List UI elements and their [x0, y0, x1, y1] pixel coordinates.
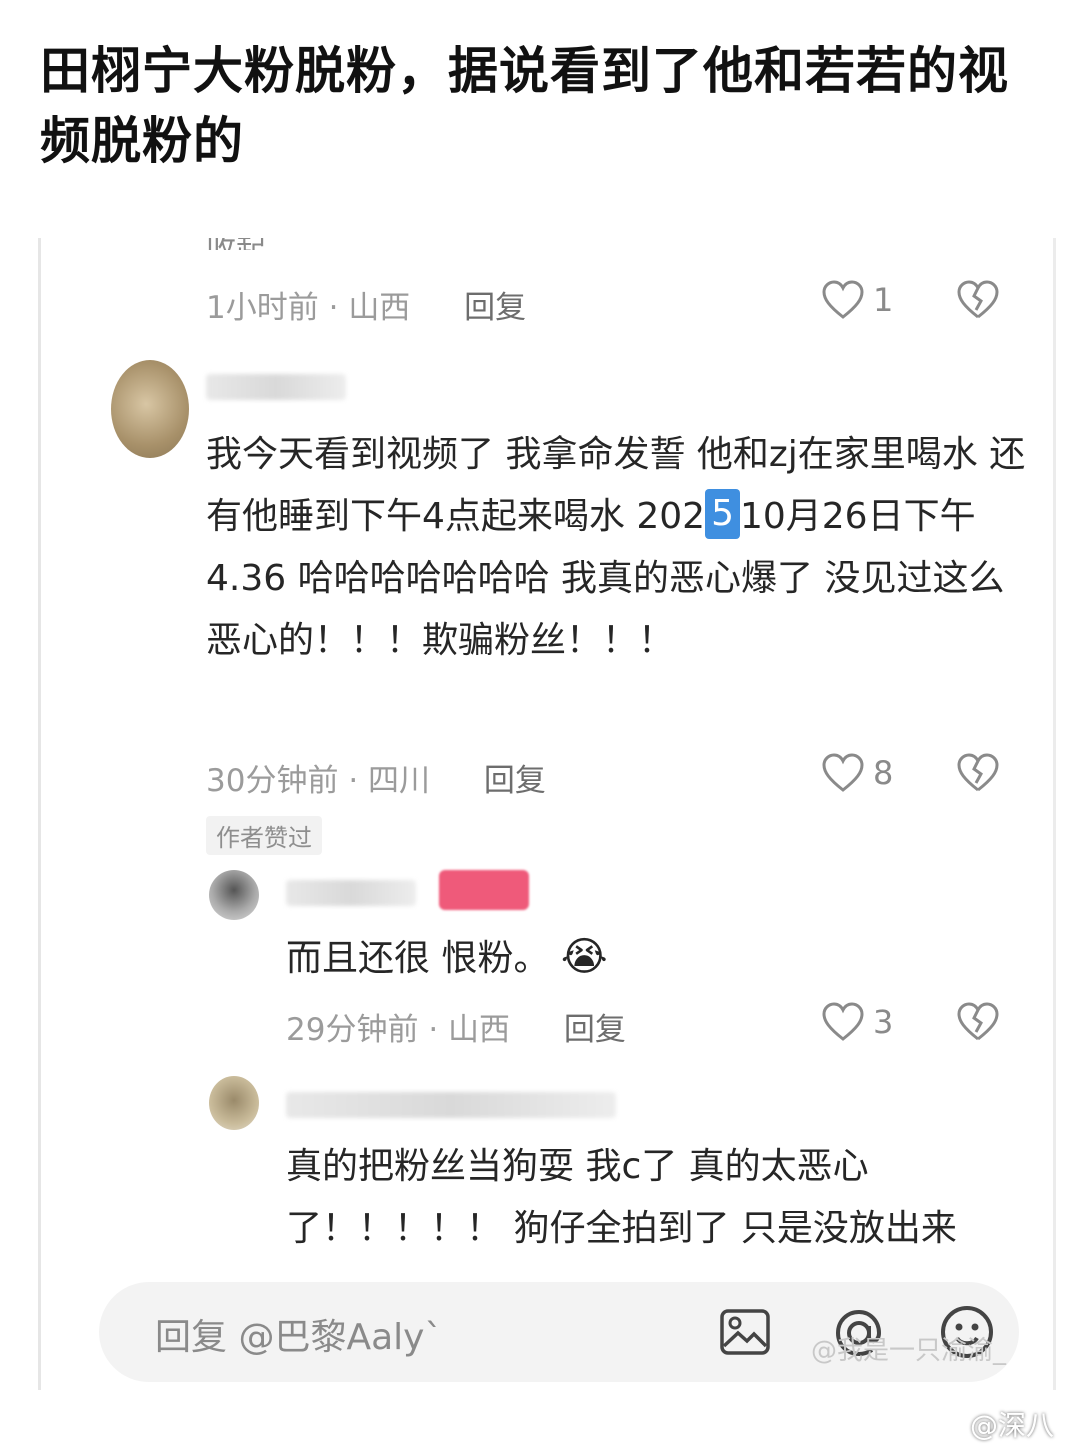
image-icon — [720, 1309, 770, 1355]
meta-separator: · — [348, 763, 359, 799]
like-button[interactable]: 3 — [821, 1002, 893, 1042]
meta-separator: · — [328, 290, 339, 326]
broken-heart-icon — [957, 1002, 999, 1041]
reply-input[interactable]: 回复 @巴黎Aaly` — [155, 1308, 442, 1360]
reply-button[interactable]: 回复 — [564, 1012, 626, 1048]
comment-text: 我今天看到视频了 我拿命发誓 他和zj在家里喝水 还有他睡到下午4点起来喝水 2… — [206, 434, 1026, 661]
comment-screenshot: 收起 1小时前 · 山西 回复 1 我今天看到视频了 我拿命发誓 他和zj在家里… — [38, 238, 1056, 1390]
comment-time: 1小时前 — [206, 290, 319, 326]
post-headline: 田栩宁大粉脱粉，据说看到了他和若若的视频脱粉的 — [40, 42, 1009, 170]
comment-time: 30分钟前 — [206, 763, 339, 799]
comment-text: 真的把粉丝当狗耍 我c了 真的太恶心了！！！！！ 狗仔全拍到了 只是没放出来 — [286, 1146, 957, 1249]
heart-icon — [821, 1002, 865, 1042]
avatar[interactable] — [111, 360, 189, 458]
comment-location: 山西 — [448, 1012, 511, 1048]
user-badge-blurred — [439, 870, 529, 910]
reply-button[interactable]: 回复 — [484, 763, 546, 799]
like-count: 8 — [873, 754, 894, 792]
comment-text: 而且还很 恨粉。 😭 — [286, 934, 608, 980]
avatar[interactable] — [209, 1076, 259, 1130]
dislike-button[interactable] — [956, 1002, 1000, 1042]
outer-watermark: @深八 — [970, 1409, 1055, 1442]
broken-heart-icon — [957, 753, 999, 792]
username-blurred[interactable] — [286, 1092, 616, 1118]
meta-separator: · — [428, 1012, 439, 1048]
comment-meta: 1小时前 · 山西 回复 — [206, 282, 526, 327]
comment-location: 四川 — [368, 763, 431, 799]
highlight-marker: 5 — [705, 489, 740, 539]
image-button[interactable] — [719, 1308, 771, 1356]
comment-location: 山西 — [348, 290, 411, 326]
dislike-button[interactable] — [956, 753, 1000, 793]
like-count: 3 — [873, 1003, 894, 1041]
crying-emoji: 😭 — [560, 934, 608, 980]
author-liked-tag: 作者赞过 — [206, 816, 322, 855]
like-button[interactable]: 1 — [821, 280, 893, 320]
heart-icon — [821, 753, 865, 793]
reply-button[interactable]: 回复 — [464, 290, 526, 326]
inner-watermark: @我是一只渝渝_ — [811, 1336, 1007, 1366]
username-blurred[interactable] — [206, 374, 346, 400]
like-button[interactable]: 8 — [821, 753, 893, 793]
comment-meta: 30分钟前 · 四川 回复 — [206, 755, 546, 800]
broken-heart-icon — [957, 280, 999, 319]
comment-meta: 29分钟前 · 山西 回复 — [286, 1004, 626, 1049]
comment-time: 29分钟前 — [286, 1012, 419, 1048]
username-blurred[interactable] — [286, 880, 416, 906]
collapse-link[interactable]: 收起 — [206, 238, 266, 250]
heart-icon — [821, 280, 865, 320]
dislike-button[interactable] — [956, 280, 1000, 320]
avatar[interactable] — [209, 870, 259, 920]
like-count: 1 — [873, 281, 894, 319]
